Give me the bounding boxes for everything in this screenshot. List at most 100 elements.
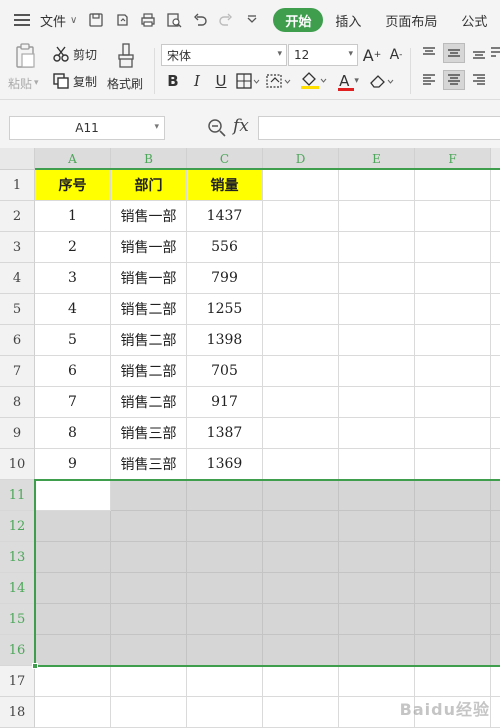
cell-f14[interactable] [415, 573, 491, 604]
underline-button[interactable]: U [210, 70, 232, 92]
row-header-1[interactable]: 1 [0, 170, 35, 201]
cell-c15[interactable] [187, 604, 263, 635]
cell-e2[interactable] [339, 201, 415, 232]
cell-f2[interactable] [415, 201, 491, 232]
cell-b3[interactable]: 销售一部 [111, 232, 187, 263]
column-header-c[interactable]: C [187, 148, 263, 170]
row-header-12[interactable]: 12 [0, 511, 35, 542]
cell-d9[interactable] [263, 418, 339, 449]
font-name-select[interactable]: 宋体 ▾ [161, 44, 287, 66]
cell-f7[interactable] [415, 356, 491, 387]
cell-d5[interactable] [263, 294, 339, 325]
cell-c8[interactable]: 917 [187, 387, 263, 418]
cell-e6[interactable] [339, 325, 415, 356]
row-header-6[interactable]: 6 [0, 325, 35, 356]
cell-d13[interactable] [263, 542, 339, 573]
cell-c1[interactable]: 销量 [187, 170, 263, 201]
cell-e1[interactable] [339, 170, 415, 201]
cell-a5[interactable]: 4 [35, 294, 111, 325]
column-header-e[interactable]: E [339, 148, 415, 170]
cell-a13[interactable] [35, 542, 111, 573]
bold-button[interactable]: B [162, 70, 184, 92]
cell-f15[interactable] [415, 604, 491, 635]
cell-a4[interactable]: 3 [35, 263, 111, 294]
cell-f8[interactable] [415, 387, 491, 418]
cell-c18[interactable] [187, 697, 263, 728]
cell-b12[interactable] [111, 511, 187, 542]
cell-b8[interactable]: 销售二部 [111, 387, 187, 418]
cell-a3[interactable]: 2 [35, 232, 111, 263]
cell-a15[interactable] [35, 604, 111, 635]
paste-button[interactable]: 粘贴 ▾ [8, 74, 39, 92]
cut-button[interactable]: 剪切 [52, 44, 97, 64]
cell-c11[interactable] [187, 480, 263, 511]
cell-c6[interactable]: 1398 [187, 325, 263, 356]
select-all-corner[interactable] [0, 148, 35, 170]
cell-a1[interactable]: 序号 [35, 170, 111, 201]
cell-a12[interactable] [35, 511, 111, 542]
cell-a2[interactable]: 1 [35, 201, 111, 232]
file-menu[interactable]: 文件 ∨ [34, 6, 83, 34]
cell-next15[interactable] [491, 604, 500, 635]
cell-d8[interactable] [263, 387, 339, 418]
format-painter-icon[interactable] [114, 42, 138, 70]
column-header-next[interactable] [491, 148, 500, 170]
cell-b4[interactable]: 销售一部 [111, 263, 187, 294]
cell-next4[interactable] [491, 263, 500, 294]
cell-next3[interactable] [491, 232, 500, 263]
cell-d11[interactable] [263, 480, 339, 511]
cell-f17[interactable] [415, 666, 491, 697]
cell-next13[interactable] [491, 542, 500, 573]
row-header-5[interactable]: 5 [0, 294, 35, 325]
column-header-f[interactable]: F [415, 148, 491, 170]
cell-b7[interactable]: 销售二部 [111, 356, 187, 387]
row-header-9[interactable]: 9 [0, 418, 35, 449]
borders-button[interactable] [235, 70, 261, 92]
column-header-a[interactable]: A [35, 148, 111, 170]
column-header-b[interactable]: B [111, 148, 187, 170]
zoom-icon[interactable] [207, 118, 227, 138]
paste-icon[interactable] [12, 42, 38, 70]
cell-style-button[interactable] [265, 70, 295, 92]
cell-c16[interactable] [187, 635, 263, 666]
cell-f6[interactable] [415, 325, 491, 356]
cell-d6[interactable] [263, 325, 339, 356]
row-header-2[interactable]: 2 [0, 201, 35, 232]
cell-c17[interactable] [187, 666, 263, 697]
cell-e3[interactable] [339, 232, 415, 263]
cell-next6[interactable] [491, 325, 500, 356]
redo-icon[interactable] [215, 9, 237, 31]
cell-b5[interactable]: 销售二部 [111, 294, 187, 325]
cell-b14[interactable] [111, 573, 187, 604]
cell-e14[interactable] [339, 573, 415, 604]
cell-f1[interactable] [415, 170, 491, 201]
cell-b9[interactable]: 销售三部 [111, 418, 187, 449]
cell-b2[interactable]: 销售一部 [111, 201, 187, 232]
align-bottom-button[interactable] [468, 43, 490, 63]
cell-c14[interactable] [187, 573, 263, 604]
cell-e7[interactable] [339, 356, 415, 387]
cell-e9[interactable] [339, 418, 415, 449]
cell-a18[interactable] [35, 697, 111, 728]
cell-d18[interactable] [263, 697, 339, 728]
cell-next7[interactable] [491, 356, 500, 387]
cell-f3[interactable] [415, 232, 491, 263]
cell-e15[interactable] [339, 604, 415, 635]
row-header-8[interactable]: 8 [0, 387, 35, 418]
cell-d17[interactable] [263, 666, 339, 697]
cell-d14[interactable] [263, 573, 339, 604]
cell-a6[interactable]: 5 [35, 325, 111, 356]
cell-next2[interactable] [491, 201, 500, 232]
fill-handle[interactable] [32, 663, 38, 669]
cell-e17[interactable] [339, 666, 415, 697]
cell-next9[interactable] [491, 418, 500, 449]
align-center-button[interactable] [443, 70, 465, 90]
cell-a9[interactable]: 8 [35, 418, 111, 449]
print-icon[interactable] [137, 9, 159, 31]
row-header-7[interactable]: 7 [0, 356, 35, 387]
cell-c10[interactable]: 1369 [187, 449, 263, 480]
cell-f10[interactable] [415, 449, 491, 480]
tab-home[interactable]: 开始 [273, 8, 324, 32]
cell-next16[interactable] [491, 635, 500, 666]
export-icon[interactable] [111, 9, 133, 31]
